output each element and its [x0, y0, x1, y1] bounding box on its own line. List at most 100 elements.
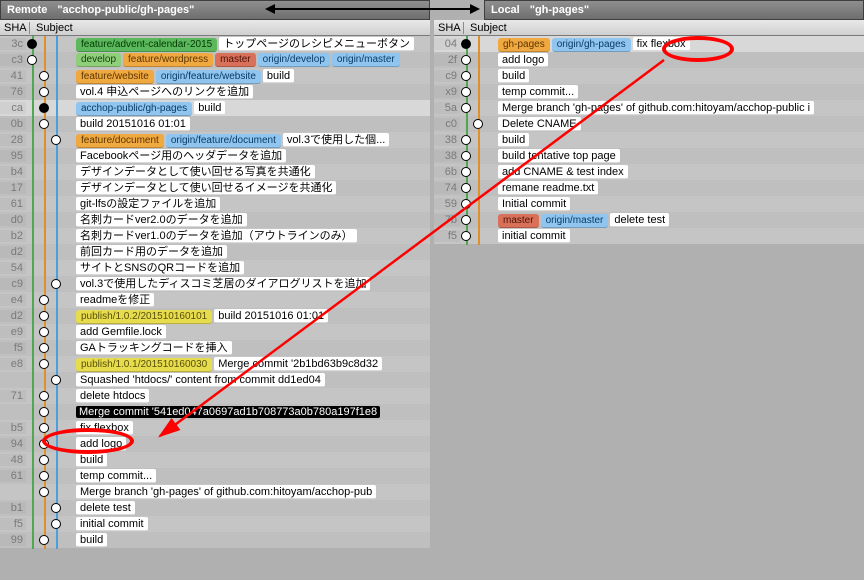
commit-dot: [39, 391, 49, 401]
ref-tag[interactable]: gh-pages: [498, 38, 550, 52]
commit-row[interactable]: b2名刺カードver1.0のデータを追加（アウトラインのみ）: [0, 228, 430, 244]
commit-row[interactable]: b5fix flexbox: [0, 420, 430, 436]
commit-row[interactable]: 61git-lfsの設定ファイルを追加: [0, 196, 430, 212]
commit-row[interactable]: 28feature/documentorigin/feature/documen…: [0, 132, 430, 148]
commit-dot: [461, 231, 471, 241]
commit-row[interactable]: 76vol.4 申込ページへのリンクを追加: [0, 84, 430, 100]
commit-row[interactable]: 5aMerge branch 'gh-pages' of github.com:…: [434, 100, 864, 116]
commit-subject: fix flexbox: [76, 421, 133, 435]
commit-subject: 前回カード用のデータを追加: [76, 245, 227, 259]
ref-tag[interactable]: master: [215, 53, 256, 67]
commit-row[interactable]: 04gh-pagesorigin/gh-pagesfix flexbox: [434, 36, 864, 52]
commit-subject: build: [498, 69, 529, 83]
commit-row[interactable]: e9add Gemfile.lock: [0, 324, 430, 340]
commit-row[interactable]: caacchop-public/gh-pagesbuild: [0, 100, 430, 116]
commit-row[interactable]: 3cfeature/advent-calendar-2015トップページのレシピ…: [0, 36, 430, 52]
commit-row[interactable]: 0bbuild 20151016 01:01: [0, 116, 430, 132]
commit-row[interactable]: b4デザインデータとして使い回せる写真を共通化: [0, 164, 430, 180]
ref-tag[interactable]: origin/master: [332, 53, 400, 67]
commit-row[interactable]: c9build: [434, 68, 864, 84]
commit-row[interactable]: 71delete htdocs: [0, 388, 430, 404]
ref-tag[interactable]: master: [498, 214, 539, 228]
local-col-sha[interactable]: SHA: [434, 22, 464, 34]
local-col-subject[interactable]: Subject: [464, 22, 507, 34]
commit-row[interactable]: c3developfeature/wordpressmasterorigin/d…: [0, 52, 430, 68]
commit-subject: initial commit: [76, 517, 148, 531]
commit-message: build: [263, 69, 294, 83]
commit-row[interactable]: f5initial commit: [0, 516, 430, 532]
ref-tag[interactable]: feature/website: [76, 70, 154, 84]
commit-row[interactable]: c9vol.3で使用したディスコミ芝居のダイアログリストを追加: [0, 276, 430, 292]
commit-sha: 48: [0, 454, 26, 466]
commit-row[interactable]: 41feature/websiteorigin/feature/websiteb…: [0, 68, 430, 84]
remote-col-subject[interactable]: Subject: [30, 22, 73, 34]
commit-row[interactable]: d2前回カード用のデータを追加: [0, 244, 430, 260]
commit-dot: [461, 135, 471, 145]
commit-row[interactable]: e4readmeを修正: [0, 292, 430, 308]
commit-message: build 20151016 01:01: [76, 117, 190, 131]
commit-dot: [51, 279, 61, 289]
ref-tag[interactable]: origin/gh-pages: [552, 38, 631, 52]
ref-tag[interactable]: origin/develop: [258, 53, 330, 67]
commit-sha: e8: [0, 358, 26, 370]
commit-row[interactable]: Squashed 'htdocs/' content from commit d…: [0, 372, 430, 388]
commit-sha: d0: [0, 214, 26, 226]
commit-sha: c0: [434, 118, 460, 130]
commit-graph: [26, 292, 76, 308]
commit-row[interactable]: Merge branch 'gh-pages' of github.com:hi…: [0, 484, 430, 500]
commit-row[interactable]: c0Delete CNAME: [434, 116, 864, 132]
commit-sha: 95: [0, 150, 26, 162]
commit-subject: Facebookページ用のヘッダデータを追加: [76, 149, 286, 163]
commit-subject: feature/websiteorigin/feature/websitebui…: [76, 69, 294, 84]
commit-row[interactable]: 54サイトとSNSのQRコードを追加: [0, 260, 430, 276]
commit-row[interactable]: 99build: [0, 532, 430, 548]
commit-row[interactable]: d2publish/1.0.2/201510160101build 201510…: [0, 308, 430, 324]
local-commit-list[interactable]: 04gh-pagesorigin/gh-pagesfix flexbox2fad…: [434, 36, 864, 580]
ref-tag[interactable]: feature/wordpress: [123, 53, 213, 67]
commit-row[interactable]: 6badd CNAME & test index: [434, 164, 864, 180]
ref-tag[interactable]: origin/master: [541, 214, 609, 228]
commit-dot: [461, 151, 471, 161]
remote-col-sha[interactable]: SHA: [0, 22, 30, 34]
commit-subject: remane readme.txt: [498, 181, 598, 195]
commit-row[interactable]: 59Initial commit: [434, 196, 864, 212]
commit-row[interactable]: 2fadd logo: [434, 52, 864, 68]
commit-row[interactable]: b1delete test: [0, 500, 430, 516]
commit-message: initial commit: [76, 517, 148, 531]
commit-row[interactable]: 7bmasterorigin/masterdelete test: [434, 212, 864, 228]
commit-row[interactable]: 74remane readme.txt: [434, 180, 864, 196]
commit-row[interactable]: 38build: [434, 132, 864, 148]
commit-message: remane readme.txt: [498, 181, 598, 195]
commit-row[interactable]: 38build tentative top page: [434, 148, 864, 164]
commit-row[interactable]: f5GAトラッキングコードを挿入: [0, 340, 430, 356]
commit-graph: [26, 404, 76, 420]
commit-subject: Merge branch 'gh-pages' of github.com:hi…: [76, 485, 376, 499]
commit-dot: [39, 487, 49, 497]
ref-tag[interactable]: develop: [76, 53, 121, 67]
commit-row[interactable]: x9temp commit...: [434, 84, 864, 100]
commit-graph: [460, 36, 498, 52]
commit-row[interactable]: d0名刺カードver2.0のデータを追加: [0, 212, 430, 228]
remote-commit-list[interactable]: 3cfeature/advent-calendar-2015トップページのレシピ…: [0, 36, 430, 580]
commit-row[interactable]: 61temp commit...: [0, 468, 430, 484]
ref-tag[interactable]: feature/document: [76, 134, 164, 148]
local-columns: SHA Subject: [434, 20, 864, 36]
ref-tag[interactable]: publish/1.0.1/201510160030: [76, 358, 212, 372]
ref-tag[interactable]: publish/1.0.2/201510160101: [76, 310, 212, 324]
commit-message: fix flexbox: [76, 421, 133, 435]
commit-subject: build: [498, 133, 529, 147]
ref-tag[interactable]: acchop-public/gh-pages: [76, 102, 192, 116]
commit-dot: [39, 311, 49, 321]
ref-tag[interactable]: origin/feature/website: [156, 70, 261, 84]
commit-row[interactable]: 94add logo: [0, 436, 430, 452]
commit-sha: 6b: [434, 166, 460, 178]
commit-row[interactable]: e8publish/1.0.1/201510160030Merge commit…: [0, 356, 430, 372]
commit-subject: build tentative top page: [498, 149, 620, 163]
commit-row[interactable]: 17デザインデータとして使い回せるイメージを共通化: [0, 180, 430, 196]
commit-row[interactable]: f5initial commit: [434, 228, 864, 244]
commit-row[interactable]: 48build: [0, 452, 430, 468]
commit-row[interactable]: Merge commit '541ed047a0697ad1b708773a0b…: [0, 404, 430, 420]
commit-row[interactable]: 95 Facebookページ用のヘッダデータを追加: [0, 148, 430, 164]
ref-tag[interactable]: origin/feature/document: [166, 134, 281, 148]
ref-tag[interactable]: feature/advent-calendar-2015: [76, 38, 217, 52]
